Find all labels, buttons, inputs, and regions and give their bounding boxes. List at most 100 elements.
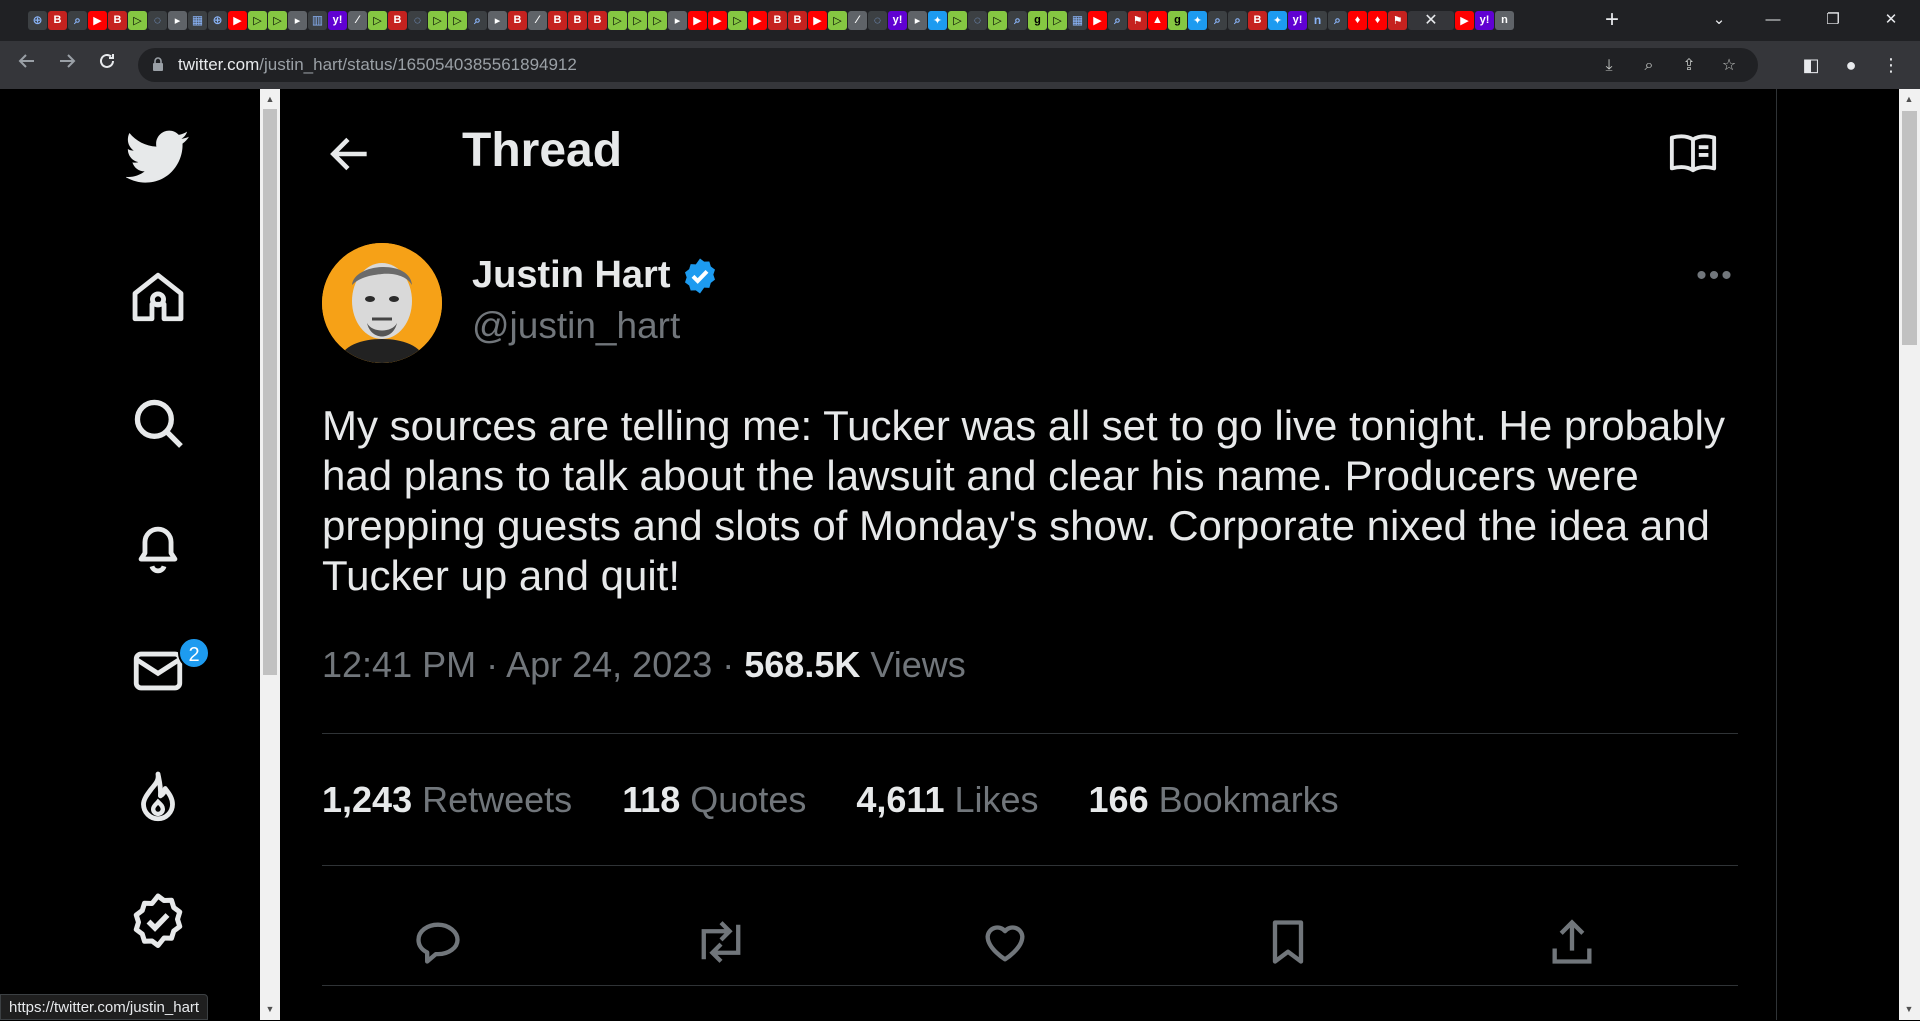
tab-favicon[interactable]: B (1248, 10, 1267, 30)
scroll-down-arrow-icon[interactable]: ▼ (260, 1001, 280, 1017)
tab-favicon[interactable]: ⌕ (1008, 10, 1027, 30)
tab-favicon[interactable]: ▶ (808, 10, 827, 30)
scrollbar-thumb[interactable] (1902, 111, 1917, 345)
tab-favicon[interactable]: ▷ (988, 10, 1007, 30)
close-window-button[interactable]: ✕ (1868, 5, 1914, 37)
nav-verified[interactable] (126, 889, 190, 953)
tab-favicon[interactable]: ▸ (168, 10, 187, 30)
nav-notifications[interactable] (126, 515, 190, 579)
page-scrollbar[interactable]: ▲ ▼ (1899, 89, 1920, 1020)
tab-favicon[interactable]: B (508, 10, 527, 30)
profile-icon[interactable]: ● (1836, 50, 1866, 80)
tab-favicon[interactable]: n (1495, 10, 1514, 30)
share-icon[interactable]: ⇪ (1678, 55, 1700, 77)
tab-favicon[interactable]: ⌕ (68, 10, 87, 30)
tab-favicon[interactable]: ▸ (288, 10, 307, 30)
tab-favicon[interactable]: ⊕ (28, 10, 47, 30)
tab-favicon[interactable]: ▷ (448, 10, 467, 30)
like-button[interactable] (977, 914, 1033, 970)
lock-icon[interactable] (152, 57, 164, 71)
author-name-text[interactable]: Justin Hart (472, 254, 670, 297)
tab-favicon[interactable]: B (48, 10, 67, 30)
tab-favicon[interactable]: ▸ (668, 10, 687, 30)
tab-favicon[interactable]: ⚑ (1388, 10, 1407, 30)
tab-favicon[interactable]: ✦ (1188, 10, 1207, 30)
tab-favicon[interactable]: ▷ (828, 10, 847, 30)
tab-favicon[interactable]: ▷ (628, 10, 647, 30)
zoom-icon[interactable]: ⌕ (1638, 55, 1660, 77)
active-tab-close-icon[interactable]: ✕ (1408, 10, 1454, 30)
tab-favicon[interactable]: ◌ (968, 10, 987, 30)
tab-favicon[interactable]: ▶ (1088, 10, 1107, 30)
minimize-button[interactable]: — (1750, 5, 1796, 37)
tab-favicon[interactable]: y! (888, 10, 907, 30)
tab-favicon[interactable]: ⌕ (1328, 10, 1347, 30)
reader-mode-icon[interactable] (1668, 131, 1718, 175)
tab-favicon[interactable]: ▶ (708, 10, 727, 30)
avatar[interactable] (322, 243, 442, 363)
left-column-scrollbar[interactable]: ▲ ▼ (260, 89, 280, 1020)
scroll-up-arrow-icon[interactable]: ▲ (1899, 91, 1919, 107)
author-name[interactable]: Justin Hart (472, 254, 720, 297)
tab-favicon[interactable]: n (1308, 10, 1327, 30)
tab-favicon[interactable]: ◌ (868, 10, 887, 30)
tab-favicon[interactable]: ▶ (688, 10, 707, 30)
tab-favicon[interactable]: ⁄ (348, 10, 367, 30)
forward-button[interactable] (52, 50, 82, 80)
tab-favicon[interactable]: ▷ (948, 10, 967, 30)
tab-favicon[interactable]: ⊕ (208, 10, 227, 30)
tab-favicon[interactable]: ▦ (188, 10, 207, 30)
url-text[interactable]: twitter.com/justin_hart/status/165054038… (178, 55, 577, 75)
tab-favicon[interactable]: ⌕ (1108, 10, 1127, 30)
tab-favicon[interactable]: ◌ (148, 10, 167, 30)
tab-favicon[interactable]: ▷ (728, 10, 747, 30)
back-button[interactable] (12, 50, 42, 80)
tab-favicon[interactable]: ▶ (748, 10, 767, 30)
tab-favicon[interactable]: B (768, 10, 787, 30)
tab-favicon[interactable]: ▷ (128, 10, 147, 30)
tab-favicon[interactable]: ♦ (1368, 10, 1387, 30)
tab-favicon[interactable]: ✦ (1268, 10, 1287, 30)
nav-messages[interactable]: 2 (126, 637, 210, 703)
bookmark-star-icon[interactable]: ☆ (1718, 55, 1740, 77)
tab-favicon[interactable]: ▷ (248, 10, 267, 30)
retweets-stat[interactable]: 1,243 Retweets (322, 779, 572, 821)
retweet-button[interactable] (693, 914, 749, 970)
tab-favicon[interactable]: ⌕ (468, 10, 487, 30)
tab-favicon[interactable]: ♦ (1348, 10, 1367, 30)
more-options-icon[interactable]: ••• (1690, 261, 1740, 297)
tab-favicon[interactable]: B (568, 10, 587, 30)
tab-favicon[interactable]: ▷ (428, 10, 447, 30)
address-bar[interactable]: twitter.com/justin_hart/status/165054038… (138, 48, 1758, 82)
tab-favicon[interactable]: g (1168, 10, 1187, 30)
tab-favicon[interactable]: ⁄ (528, 10, 547, 30)
tab-favicon[interactable]: ▷ (368, 10, 387, 30)
tab-favicon[interactable]: B (588, 10, 607, 30)
author-handle[interactable]: @justin_hart (472, 305, 680, 347)
tab-search-chevron-icon[interactable]: ⌄ (1696, 5, 1742, 37)
tab-favicon[interactable]: ▲ (1148, 10, 1167, 30)
scroll-down-arrow-icon[interactable]: ▼ (1899, 1001, 1919, 1017)
tab-favicon[interactable]: ✦ (928, 10, 947, 30)
tab-favicon[interactable]: ⚑ (1128, 10, 1147, 30)
nav-trending[interactable] (126, 765, 190, 829)
scrollbar-thumb[interactable] (263, 109, 277, 675)
tab-favicon[interactable]: B (108, 10, 127, 30)
tab-favicon[interactable]: ⌕ (1208, 10, 1227, 30)
restore-button[interactable]: ❐ (1810, 5, 1856, 37)
tab-favicon[interactable]: ▶ (1455, 10, 1474, 30)
install-icon[interactable]: ⤓ (1598, 55, 1620, 77)
tab-favicon[interactable]: ▷ (268, 10, 287, 30)
likes-stat[interactable]: 4,611 Likes (856, 779, 1038, 821)
tab-favicon[interactable]: ⌕ (1228, 10, 1247, 30)
tab-favicon[interactable]: ▸ (488, 10, 507, 30)
twitter-logo-icon[interactable] (126, 125, 190, 189)
tab-favicon[interactable]: ⁄ (848, 10, 867, 30)
tab-favicon[interactable]: ▷ (1048, 10, 1067, 30)
quotes-stat[interactable]: 118 Quotes (622, 779, 806, 821)
tab-favicon[interactable]: g (1028, 10, 1047, 30)
tab-favicon[interactable]: ▷ (648, 10, 667, 30)
reload-button[interactable] (92, 50, 122, 80)
tab-favicon[interactable]: y! (1288, 10, 1307, 30)
bookmark-button[interactable] (1260, 914, 1316, 970)
